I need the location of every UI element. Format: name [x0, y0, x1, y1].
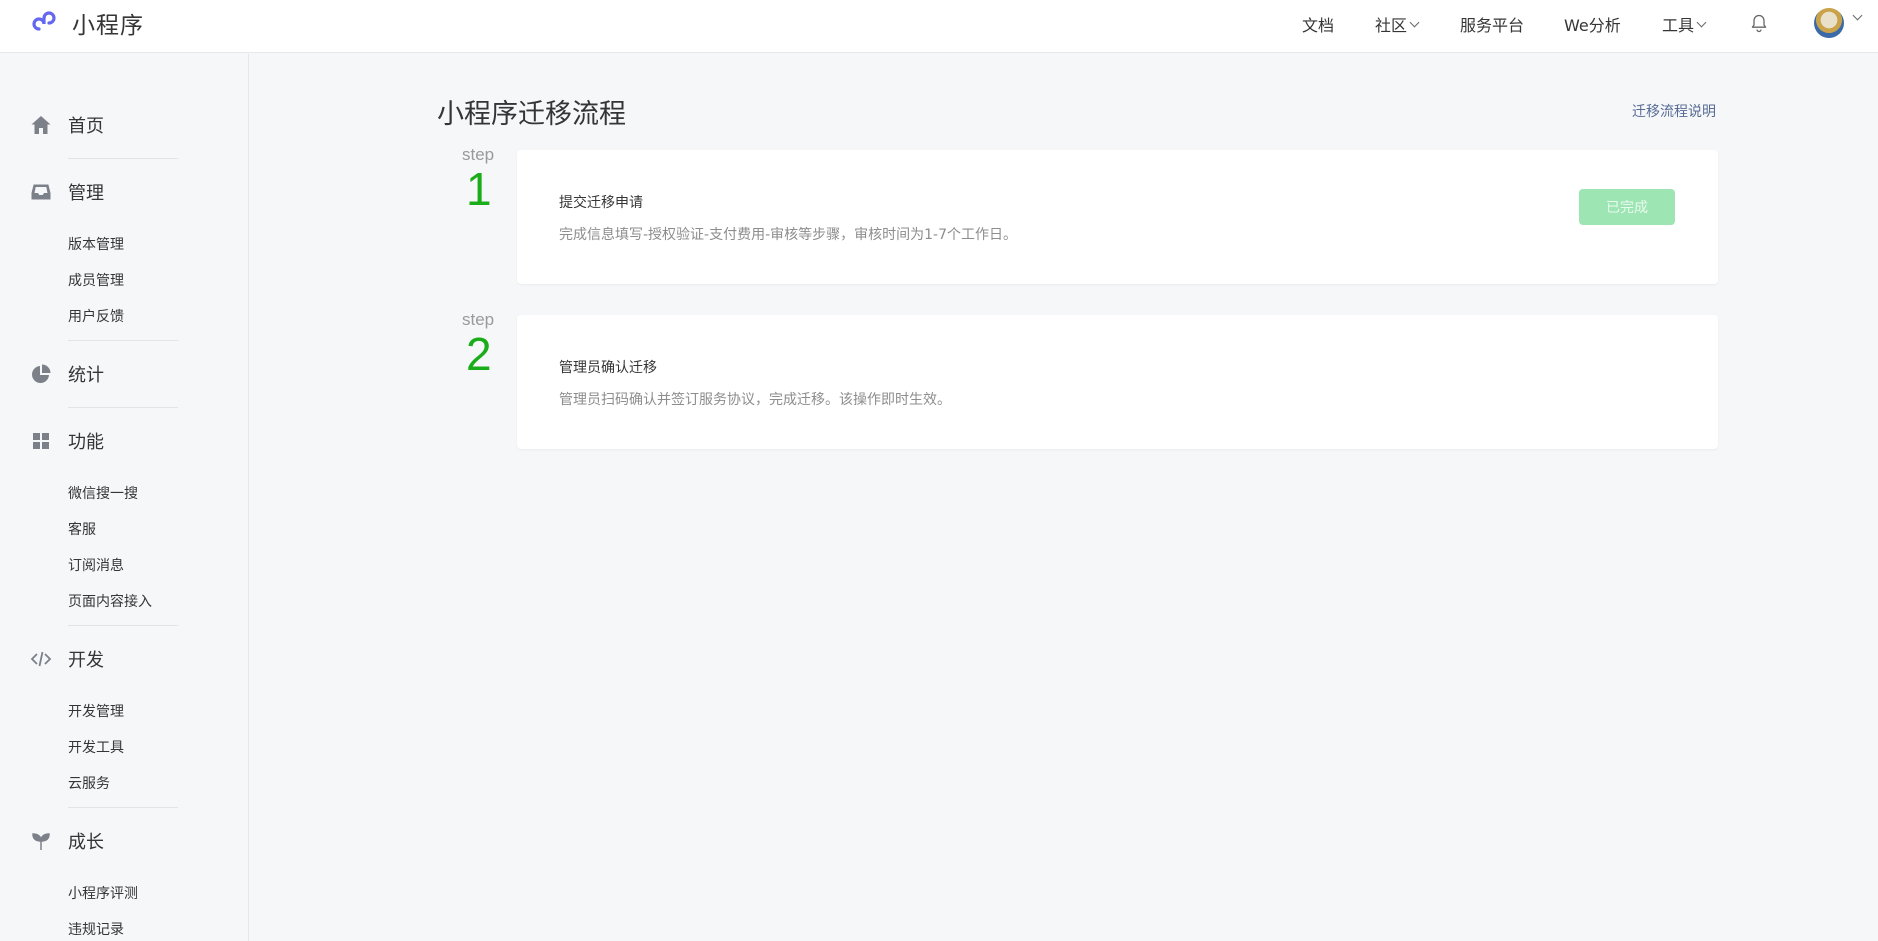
top-bar: 小程序 文档 社区 服务平台 We分析 工具 — [0, 0, 1878, 53]
migration-process-help-link[interactable]: 迁移流程说明 — [1632, 101, 1716, 121]
step-card-admin-confirm: 管理员确认迁移 管理员扫码确认并签订服务协议，完成迁移。该操作即时生效。 — [517, 315, 1718, 449]
step-label: step — [462, 310, 495, 329]
sidebar-item-customer-service[interactable]: 客服 — [68, 519, 96, 539]
nav-community-label: 社区 — [1375, 16, 1408, 35]
sidebar-item-label: 首页 — [68, 116, 104, 137]
nav-tools[interactable]: 工具 — [1662, 12, 1707, 36]
inbox-icon — [30, 181, 52, 203]
sidebar-item-label: 开发 — [68, 650, 104, 671]
grid-icon — [30, 430, 52, 452]
sidebar-item-dev-tools[interactable]: 开发工具 — [68, 737, 124, 757]
sidebar-item-home[interactable]: 首页 — [30, 112, 104, 138]
sidebar-item-user-feedback[interactable]: 用户反馈 — [68, 306, 124, 326]
sidebar-divider — [68, 158, 178, 159]
nav-docs[interactable]: 文档 — [1302, 12, 1334, 36]
sidebar-divider — [68, 807, 178, 808]
step-label: step — [462, 145, 495, 164]
sidebar-item-label: 统计 — [68, 365, 104, 386]
mini-program-logo-icon — [32, 11, 56, 31]
sidebar-item-page-content[interactable]: 页面内容接入 — [68, 591, 152, 611]
step-title: 管理员确认迁移 — [559, 360, 657, 376]
sidebar-item-cloud-service[interactable]: 云服务 — [68, 773, 110, 793]
nav-tools-label: 工具 — [1662, 16, 1695, 35]
step-description: 完成信息填写-授权验证-支付费用-审核等步骤，审核时间为1-7个工作日。 — [559, 227, 1018, 243]
completed-button[interactable]: 已完成 — [1579, 189, 1675, 225]
sidebar-item-member-manage[interactable]: 成员管理 — [68, 270, 124, 290]
sidebar-item-features[interactable]: 功能 — [30, 428, 104, 454]
brand-name: 小程序 — [72, 13, 144, 39]
step-number: 1 — [466, 163, 492, 215]
nav-service-platform-label: 服务平台 — [1460, 16, 1525, 35]
nav-we-analytics-label: We分析 — [1564, 16, 1621, 35]
sidebar-divider — [68, 407, 178, 408]
sidebar-item-subscribe-message[interactable]: 订阅消息 — [68, 555, 124, 575]
sidebar: 首页 管理 版本管理 成员管理 用户反馈 统计 功能 微信搜一搜 客服 订阅消息… — [0, 54, 249, 941]
sidebar-divider — [68, 340, 178, 341]
nav-service-platform[interactable]: 服务平台 — [1460, 12, 1524, 36]
sidebar-item-statistics[interactable]: 统计 — [30, 361, 104, 387]
sidebar-item-develop[interactable]: 开发 — [30, 646, 104, 672]
sidebar-item-label: 成长 — [68, 832, 104, 853]
nav-we-analytics[interactable]: We分析 — [1564, 12, 1621, 36]
step-card-submit: 提交迁移申请 完成信息填写-授权验证-支付费用-审核等步骤，审核时间为1-7个工… — [517, 150, 1718, 284]
step-number: 2 — [466, 328, 492, 380]
nav-community[interactable]: 社区 — [1375, 12, 1420, 36]
sidebar-item-label: 功能 — [68, 432, 104, 453]
brand-logo[interactable]: 小程序 — [30, 6, 144, 40]
sidebar-item-label: 管理 — [68, 183, 104, 204]
sidebar-item-dev-manage[interactable]: 开发管理 — [68, 701, 124, 721]
sidebar-item-mp-evaluation[interactable]: 小程序评测 — [68, 883, 138, 903]
nav-docs-label: 文档 — [1302, 16, 1335, 35]
sidebar-item-growth[interactable]: 成长 — [30, 828, 104, 854]
step-title: 提交迁移申请 — [559, 195, 643, 211]
pie-chart-icon — [30, 363, 52, 385]
sidebar-item-violation-record[interactable]: 违规记录 — [68, 919, 124, 939]
sprout-icon — [30, 830, 52, 852]
sidebar-item-wechat-search[interactable]: 微信搜一搜 — [68, 483, 138, 503]
avatar[interactable] — [1814, 8, 1844, 38]
page-title: 小程序迁移流程 — [437, 99, 626, 130]
bell-icon[interactable] — [1749, 13, 1769, 33]
chevron-down-icon — [1409, 17, 1420, 27]
home-icon — [30, 114, 52, 136]
sidebar-item-manage[interactable]: 管理 — [30, 179, 104, 205]
sidebar-item-version-manage[interactable]: 版本管理 — [68, 234, 124, 254]
sidebar-divider — [68, 625, 178, 626]
code-icon — [30, 648, 52, 670]
chevron-down-icon[interactable] — [1852, 10, 1863, 21]
step-description: 管理员扫码确认并签订服务协议，完成迁移。该操作即时生效。 — [559, 392, 951, 408]
chevron-down-icon — [1696, 17, 1707, 27]
